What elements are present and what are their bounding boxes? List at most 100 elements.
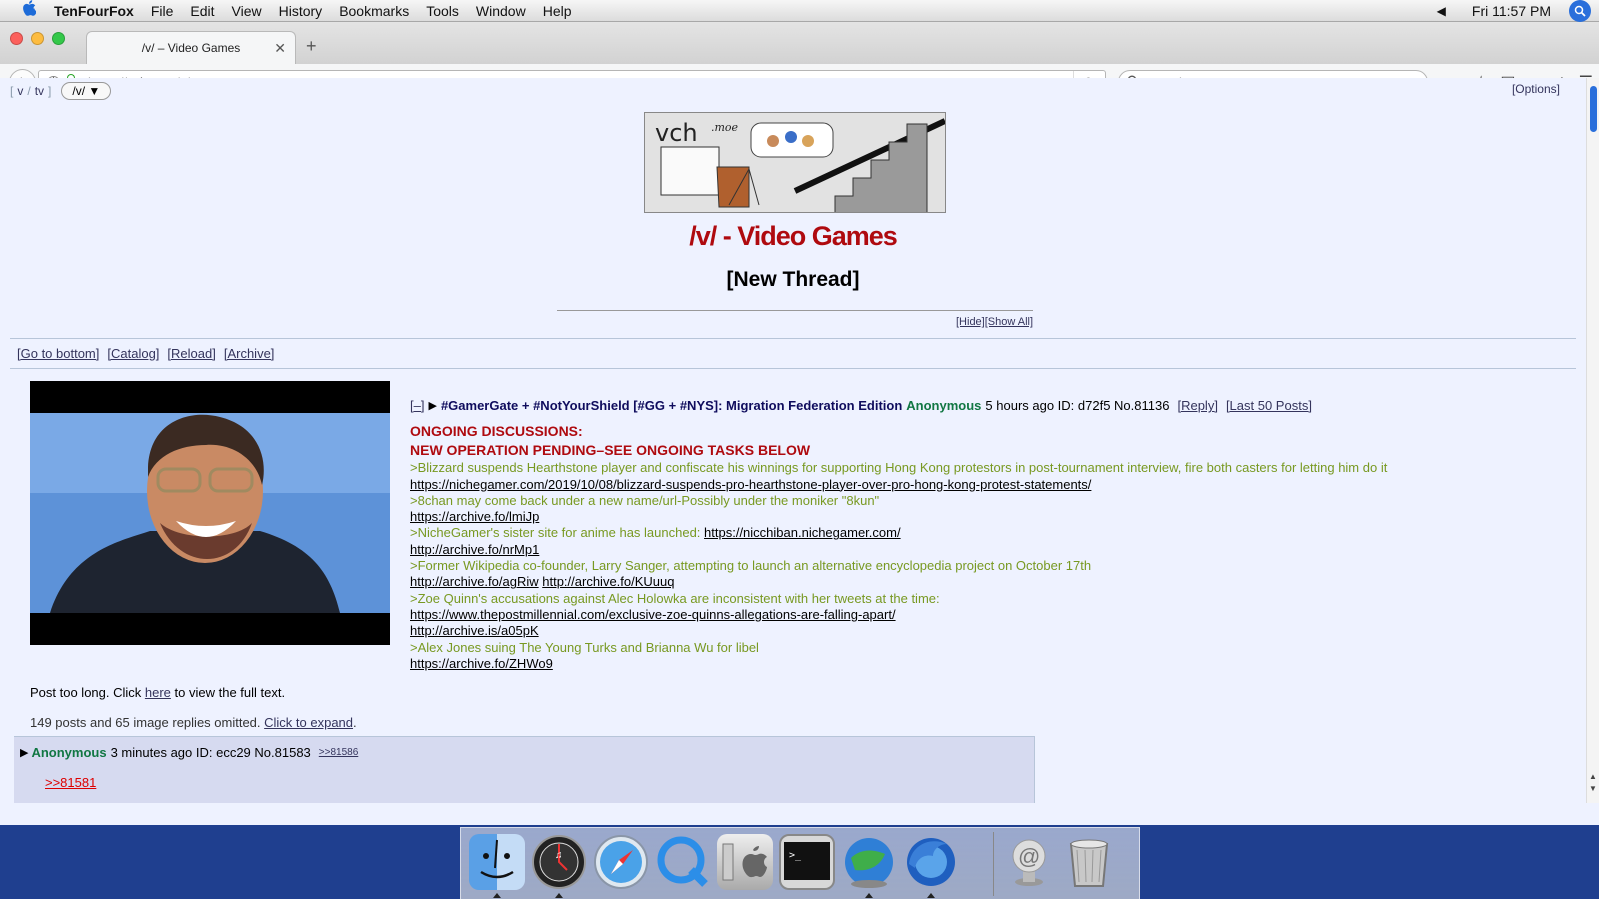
quicktime-icon[interactable] (655, 834, 711, 890)
menu-tools[interactable]: Tools (426, 3, 459, 19)
post-link[interactable]: http://archive.fo/nrMp1 (410, 542, 539, 557)
board-link-v[interactable]: v (17, 84, 23, 98)
quote-link[interactable]: >>81581 (45, 775, 96, 790)
hide-link[interactable]: [Hide] (956, 316, 985, 328)
op-header: [–] ▶ #GamerGate + #NotYourShield [#GG +… (410, 398, 1560, 414)
heading-new-operation: NEW OPERATION PENDING–SEE ONGOING TASKS … (410, 442, 811, 459)
reply-post: ▶ Anonymous 3 minutes ago ID: ecc29 No.8… (14, 736, 1035, 803)
running-indicator (865, 893, 873, 898)
apple-menu-icon[interactable] (18, 0, 40, 21)
post-link[interactable]: https://www.thepostmillennial.com/exclus… (410, 607, 896, 622)
running-indicator (555, 893, 563, 898)
running-indicator (493, 893, 501, 898)
post-link[interactable]: http://archive.is/a05pK (410, 623, 539, 638)
backlink[interactable]: >>81586 (319, 747, 359, 758)
page-scrollbar[interactable]: ▲ ▼ (1586, 78, 1599, 803)
svg-text:♫: ♫ (555, 850, 563, 861)
menu-clock[interactable]: Fri 11:57 PM (1472, 3, 1551, 19)
post-link[interactable]: https://nichegamer.com/2019/10/08/blizza… (410, 477, 1091, 492)
archive-link[interactable]: [Archive] (224, 346, 275, 361)
thread-navigation: [Go to bottom] [Catalog] [Reload] [Archi… (17, 346, 274, 361)
post-menu-arrow-icon[interactable]: ▶ (20, 746, 28, 759)
menu-history[interactable]: History (279, 3, 323, 19)
go-to-bottom-link[interactable]: [Go to bottom] (17, 346, 99, 361)
board-banner[interactable]: vch .moe (644, 112, 946, 213)
terminal-icon[interactable]: >_ (779, 834, 835, 890)
tab-title: /v/ – Video Games (141, 41, 241, 55)
network-utility-icon[interactable] (841, 834, 897, 890)
greentext-line: >8chan may come back under a new name/ur… (410, 492, 880, 508)
board-link-tv[interactable]: tv (35, 84, 44, 98)
options-link[interactable]: [Options] (1512, 82, 1560, 96)
reload-link[interactable]: [Reload] (167, 346, 215, 361)
greentext-line: >Alex Jones suing The Young Turks and Br… (410, 639, 759, 655)
mail-stack-icon[interactable]: @ (1001, 834, 1057, 890)
app-menu[interactable]: TenFourFox (54, 3, 134, 19)
minimize-window-button[interactable] (31, 32, 44, 45)
tenfourfox-icon[interactable] (903, 834, 959, 890)
post-meta[interactable]: 3 minutes ago ID: ecc29 No.81583 (111, 745, 311, 760)
svg-text:>_: >_ (789, 850, 802, 861)
finder-icon[interactable] (469, 834, 525, 890)
view-full-text-link[interactable]: here (145, 685, 171, 700)
safari-icon[interactable] (593, 834, 649, 890)
post-meta[interactable]: 5 hours ago ID: d72f5 No.81136 (985, 398, 1169, 414)
divider (10, 338, 1576, 339)
reply-link[interactable]: [Reply] (1177, 398, 1217, 414)
op-post: [–] ▶ #GamerGate + #NotYourShield [#GG +… (410, 398, 1560, 672)
tab-video-games[interactable]: /v/ – Video Games ✕ (86, 31, 296, 64)
window-controls (10, 32, 65, 45)
show-all-link[interactable]: [Show All] (985, 316, 1033, 328)
scroll-down-arrow-icon[interactable]: ▼ (1589, 784, 1597, 793)
greentext-line: >Zoe Quinn's accusations against Alec Ho… (410, 590, 940, 606)
running-indicator (927, 893, 935, 898)
svg-text:@: @ (1018, 844, 1040, 869)
dock: ♫ >_ @ (460, 827, 1140, 899)
menu-file[interactable]: File (151, 3, 174, 19)
hide-show-controls: [Hide][Show All] (956, 316, 1033, 328)
greentext-line: >Former Wikipedia co-founder, Larry Sang… (410, 558, 1092, 574)
page-content: [ v / tv ] /v/ ▼ [Options] vch .moe /v/ … (0, 78, 1586, 803)
post-link[interactable]: http://archive.fo/agRiw (410, 574, 539, 589)
post-link[interactable]: https://archive.fo/lmiJp (410, 509, 539, 524)
board-select[interactable]: /v/ ▼ (61, 82, 112, 100)
last-50-posts-link[interactable]: [Last 50 Posts] (1226, 398, 1312, 414)
itunes-icon[interactable]: ♫ (531, 834, 587, 890)
spotlight-icon[interactable] (1569, 0, 1591, 22)
minimize-thread-button[interactable]: [–] (410, 398, 424, 414)
title-bar: /v/ – Video Games ✕ + (0, 22, 1599, 64)
menu-window[interactable]: Window (476, 3, 526, 19)
close-window-button[interactable] (10, 32, 23, 45)
post-link[interactable]: https://nicchiban.nichegamer.com/ (704, 525, 901, 540)
zoom-window-button[interactable] (52, 32, 65, 45)
volume-icon[interactable]: ◀ (1437, 4, 1446, 18)
board-title: /v/ - Video Games (689, 221, 898, 251)
omitted-posts-notice: 149 posts and 65 image replies omitted. … (30, 715, 357, 730)
post-link[interactable]: https://archive.fo/ZHWo9 (410, 656, 553, 671)
tab-close-icon[interactable]: ✕ (274, 40, 286, 57)
greentext-line: >Blizzard suspends Hearthstone player an… (410, 460, 1388, 476)
catalog-link[interactable]: [Catalog] (107, 346, 159, 361)
svg-text:vch: vch (655, 119, 698, 147)
divider (557, 310, 1033, 311)
menu-bar: TenFourFox File Edit View History Bookma… (0, 0, 1599, 22)
menu-view[interactable]: View (232, 3, 262, 19)
new-tab-icon[interactable]: + (306, 36, 317, 57)
scrollbar-thumb[interactable] (1590, 86, 1597, 132)
trash-icon[interactable] (1061, 834, 1117, 890)
menu-bookmarks[interactable]: Bookmarks (339, 3, 409, 19)
system-preferences-icon[interactable] (717, 834, 773, 890)
post-link[interactable]: http://archive.fo/KUuuq (542, 574, 674, 589)
new-thread-button[interactable]: [New Thread] (0, 268, 1586, 292)
menu-edit[interactable]: Edit (190, 3, 214, 19)
reply-header: ▶ Anonymous 3 minutes ago ID: ecc29 No.8… (20, 745, 358, 760)
scroll-up-arrow-icon[interactable]: ▲ (1589, 772, 1597, 781)
op-thumbnail[interactable] (30, 381, 390, 645)
svg-text:.moe: .moe (711, 121, 739, 134)
greentext-line: >NicheGamer's sister site for anime has … (410, 525, 705, 541)
click-to-expand-link[interactable]: Click to expand (264, 715, 353, 730)
poster-name: Anonymous (906, 398, 982, 413)
divider (10, 368, 1576, 369)
menu-help[interactable]: Help (543, 3, 572, 19)
post-menu-arrow-icon[interactable]: ▶ (428, 398, 436, 414)
